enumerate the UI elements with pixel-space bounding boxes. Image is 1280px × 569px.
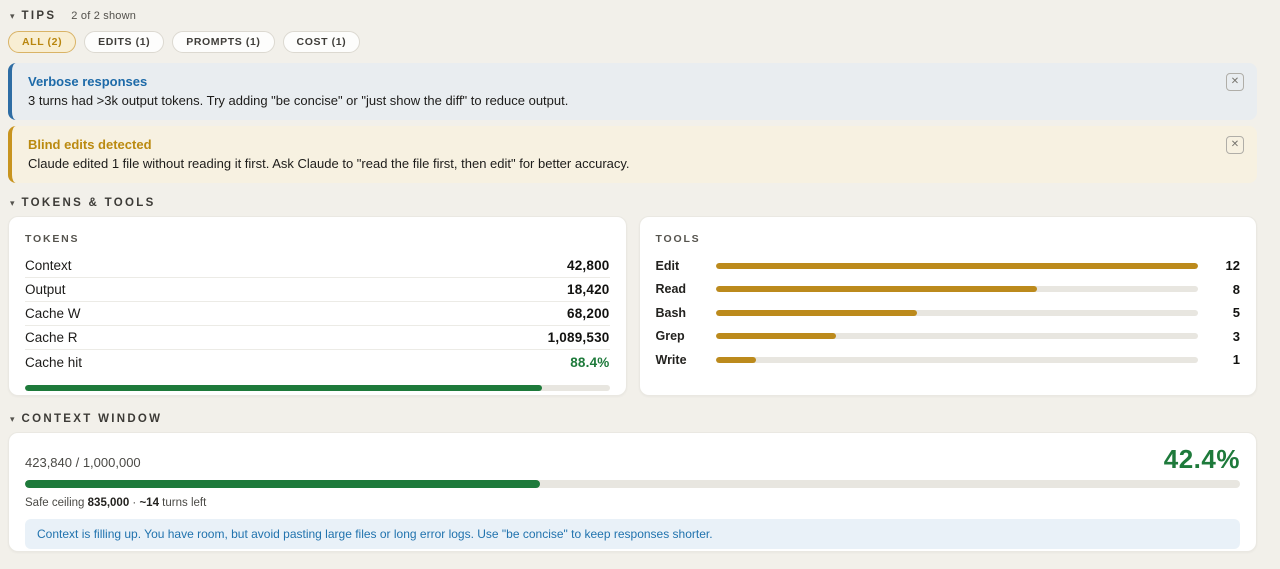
context-window-section: ▾ CONTEXT WINDOW 423,840 / 1,000,000 42.… [8,413,1257,552]
tokens-card-heading: TOKENS [25,233,610,245]
turns-left-suffix: turns left [159,497,206,509]
tool-usage-fill [716,263,1199,269]
tool-count: 5 [1216,305,1240,320]
context-progress-fill [25,480,540,488]
token-label: Cache hit [25,355,82,370]
cache-hit-progress-bar [25,385,610,391]
context-usage-text: 423,840 / 1,000,000 [25,455,141,472]
safe-ceiling-dot: · [129,497,139,509]
tokens-tools-section-header: ▾ TOKENS & TOOLS [8,197,1257,209]
tip-body: Claude edited 1 file without reading it … [28,154,1217,173]
tip-dismiss-button[interactable]: ✕ [1226,136,1244,154]
tip-title: Verbose responses [28,72,1217,91]
tips-filter-bar: ALL (2) EDITS (1) PROMPTS (1) COST (1) [8,31,1257,53]
safe-ceiling-value: 835,000 [88,497,130,509]
context-window-section-title: CONTEXT WINDOW [22,413,163,425]
tool-label: Edit [656,259,716,273]
context-safe-ceiling: Safe ceiling 835,000 · ~14 turns left [25,497,1240,509]
tips-shown-count: 2 of 2 shown [71,10,136,22]
tool-row-bash: Bash 5 [656,301,1241,325]
tool-row-grep: Grep 3 [656,325,1241,349]
tool-usage-bar [716,263,1199,269]
tool-usage-fill [716,357,756,363]
tool-label: Read [656,282,716,296]
tool-label: Write [656,353,716,367]
token-label: Output [25,282,66,297]
filter-chip-edits[interactable]: EDITS (1) [84,31,164,53]
tool-usage-fill [716,333,837,339]
tool-row-write: Write 1 [656,348,1241,372]
token-row-output: Output 18,420 [25,278,610,302]
tip-dismiss-button[interactable]: ✕ [1226,73,1244,91]
token-value: 1,089,530 [548,330,610,345]
chevron-down-icon[interactable]: ▾ [10,199,15,208]
tool-usage-bar [716,286,1199,292]
tokens-tools-cards: TOKENS Context 42,800 Output 18,420 Cach… [8,216,1257,396]
tool-usage-fill [716,286,1038,292]
tool-usage-bar [716,357,1199,363]
context-progress-bar [25,480,1240,488]
tool-usage-bar [716,310,1199,316]
tool-row-read: Read 8 [656,278,1241,302]
close-icon: ✕ [1231,139,1239,150]
tool-count: 3 [1216,329,1240,344]
tools-card-heading: TOOLS [656,233,1241,245]
context-advice-note: Context is filling up. You have room, bu… [25,519,1240,549]
filter-chip-all[interactable]: ALL (2) [8,31,76,53]
token-label: Cache R [25,330,78,345]
context-percent: 42.4% [1164,446,1240,472]
close-icon: ✕ [1231,76,1239,87]
token-label: Context [25,258,72,273]
filter-chip-cost[interactable]: COST (1) [283,31,361,53]
tokens-tools-section: ▾ TOKENS & TOOLS TOKENS Context 42,800 O… [8,197,1257,396]
tip-card-verbose-responses: Verbose responses 3 turns had >3k output… [8,63,1257,120]
token-value: 88.4% [570,355,609,370]
filter-chip-prompts[interactable]: PROMPTS (1) [172,31,274,53]
context-window-section-header: ▾ CONTEXT WINDOW [8,413,1257,425]
tips-section: ▾ TIPS 2 of 2 shown ALL (2) EDITS (1) PR… [8,0,1257,183]
token-value: 42,800 [567,258,610,273]
tool-row-edit: Edit 12 [656,254,1241,278]
context-usage-row: 423,840 / 1,000,000 42.4% [25,446,1240,472]
tip-body: 3 turns had >3k output tokens. Try addin… [28,91,1217,110]
tips-section-header: ▾ TIPS 2 of 2 shown [8,0,1257,22]
token-row-cache-hit: Cache hit 88.4% [25,350,610,374]
tokens-card: TOKENS Context 42,800 Output 18,420 Cach… [8,216,627,396]
tip-card-blind-edits: Blind edits detected Claude edited 1 fil… [8,126,1257,183]
chevron-down-icon[interactable]: ▾ [10,415,15,424]
token-label: Cache W [25,306,81,321]
tips-section-title: TIPS [22,10,57,22]
tool-count: 1 [1216,352,1240,367]
safe-ceiling-prefix: Safe ceiling [25,497,88,509]
tool-usage-bar [716,333,1199,339]
turns-left-value: ~14 [139,497,159,509]
session-dashboard: ▾ TIPS 2 of 2 shown ALL (2) EDITS (1) PR… [0,0,1280,569]
tools-card: TOOLS Edit 12 Read 8 Bash [639,216,1258,396]
tokens-tools-section-title: TOKENS & TOOLS [22,197,156,209]
token-value: 68,200 [567,306,610,321]
cache-hit-progress-fill [25,385,542,391]
tool-count: 8 [1216,282,1240,297]
token-row-context: Context 42,800 [25,254,610,278]
token-row-cache-w: Cache W 68,200 [25,302,610,326]
token-value: 18,420 [567,282,610,297]
tool-usage-fill [716,310,917,316]
tool-label: Grep [656,329,716,343]
tool-count: 12 [1216,258,1240,273]
tool-label: Bash [656,306,716,320]
context-window-card: 423,840 / 1,000,000 42.4% Safe ceiling 8… [8,432,1257,552]
chevron-down-icon[interactable]: ▾ [10,12,15,21]
token-row-cache-r: Cache R 1,089,530 [25,326,610,350]
tip-title: Blind edits detected [28,135,1217,154]
